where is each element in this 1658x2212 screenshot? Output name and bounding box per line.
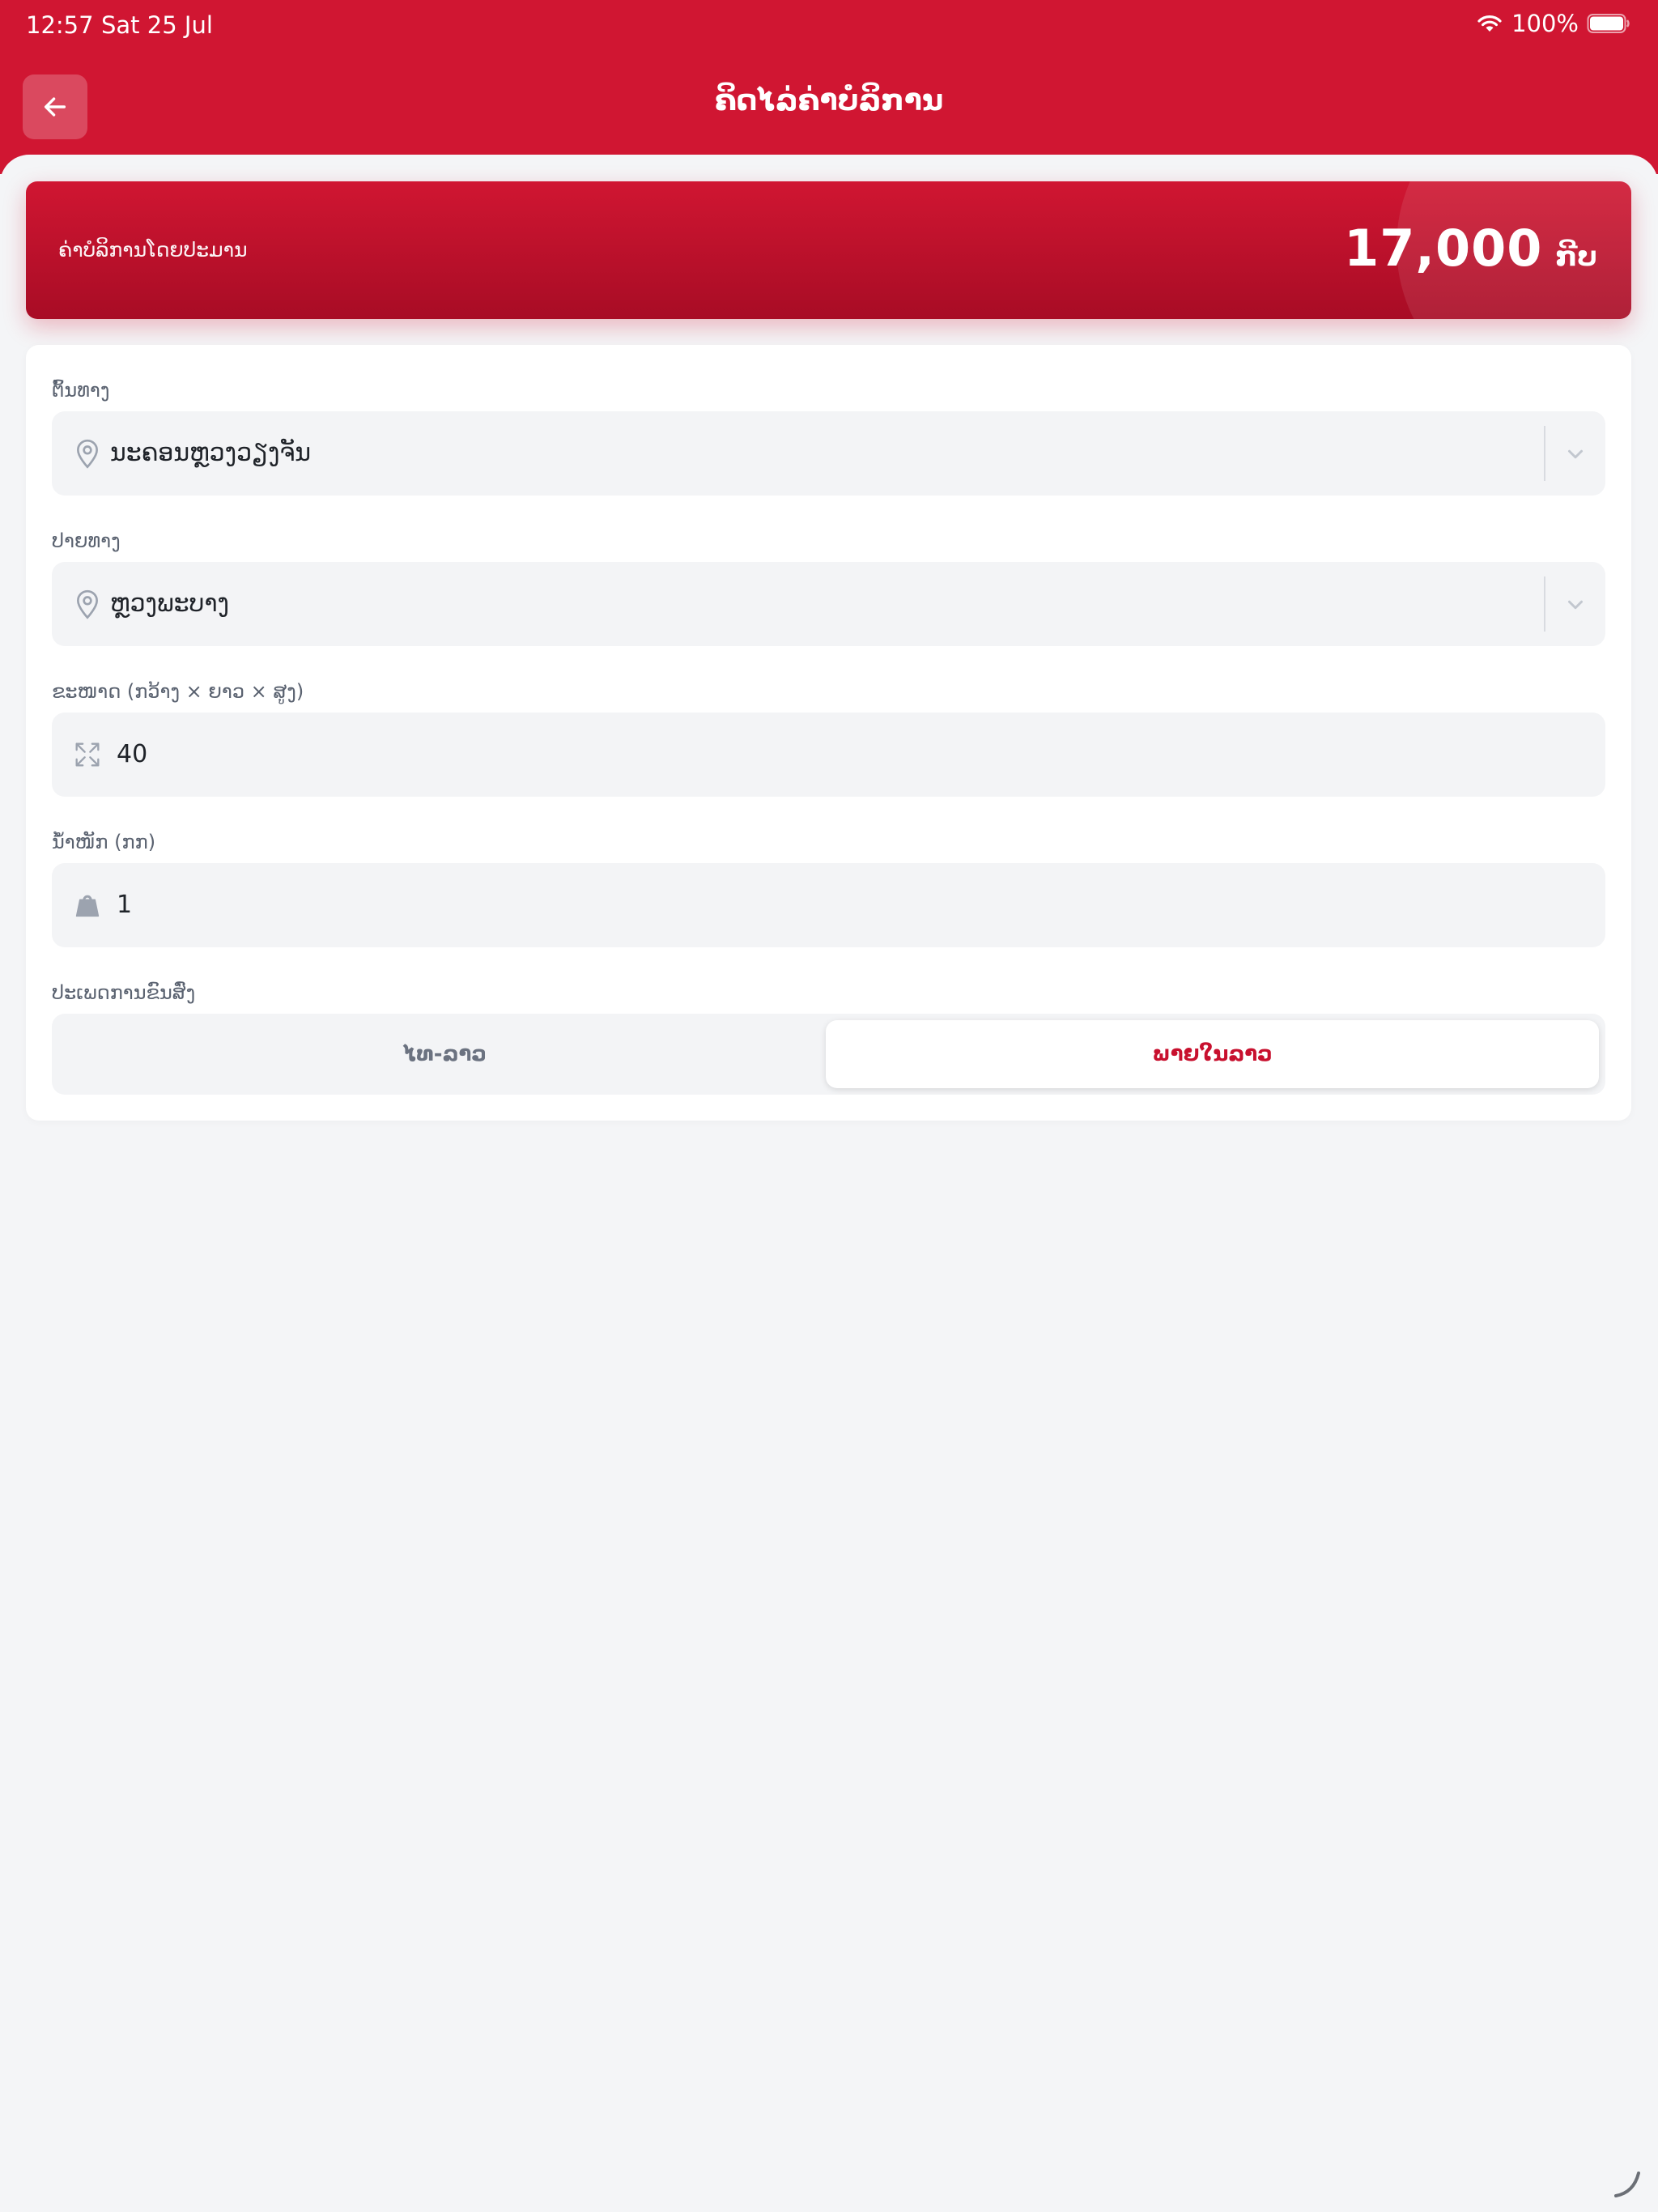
weight-label: ນ້ຳໜັກ (ກກ) <box>52 831 156 853</box>
weight-input[interactable]: 1 <box>52 863 1605 947</box>
estimate-card: ຄ່າບໍລິການໂດຍປະມານ 17,000 ກີບ <box>26 181 1631 319</box>
form-card: ຕົ້ນທາງ ນະຄອນຫຼວງວຽງຈັນ ປາຍທາງ ຫຼວງພະບາງ… <box>26 345 1631 1121</box>
segment-thai-lao[interactable]: ໄທ-ລາວ <box>58 1020 831 1088</box>
map-pin-icon <box>76 589 99 619</box>
segment-domestic-lao[interactable]: ພາຍໃນລາວ <box>826 1020 1599 1088</box>
estimate-currency: ກີບ <box>1555 240 1597 273</box>
status-indicators: 100% <box>1476 10 1630 37</box>
expand-icon <box>75 742 100 767</box>
select-divider <box>1544 426 1545 481</box>
select-divider <box>1544 576 1545 632</box>
dimensions-input[interactable]: 40 <box>52 713 1605 797</box>
dimensions-label: ຂະໜາດ (ກວ້າງ × ຍາວ × ສູງ) <box>52 680 304 703</box>
shipping-type-segmented-control: ໄທ-ລາວ ພາຍໃນລາວ <box>52 1014 1605 1095</box>
estimate-label: ຄ່າບໍລິການໂດຍປະມານ <box>58 238 248 262</box>
status-bar: 12:57 Sat 25 Jul 100% <box>0 0 1658 52</box>
estimate-value: 17,000 ກີບ <box>1344 219 1597 278</box>
status-time: 12:57 <box>26 11 94 39</box>
resize-handle-icon <box>1614 2172 1640 2197</box>
weight-value: 1 <box>117 891 133 919</box>
shipping-type-label: ປະເພດການຂົນສົ່ງ <box>52 981 196 1004</box>
map-pin-icon <box>76 439 99 469</box>
status-date: Sat 25 Jul <box>101 11 213 39</box>
destination-label: ປາຍທາງ <box>52 530 121 552</box>
dimensions-value: 40 <box>117 740 148 768</box>
app-header: 12:57 Sat 25 Jul 100% ຄິດໄລ່ຄ່າບໍລິການ <box>0 0 1658 174</box>
chevron-down-icon[interactable] <box>1563 593 1588 617</box>
battery-percentage: 100% <box>1511 10 1579 37</box>
battery-icon <box>1587 14 1630 33</box>
weight-icon <box>75 895 100 917</box>
wifi-icon <box>1477 15 1502 32</box>
origin-select[interactable]: ນະຄອນຫຼວງວຽງຈັນ <box>52 411 1605 496</box>
chevron-down-icon[interactable] <box>1563 442 1588 466</box>
origin-value: ນະຄອນຫຼວງວຽງຈັນ <box>110 439 312 467</box>
origin-label: ຕົ້ນທາງ <box>52 379 110 402</box>
destination-select[interactable]: ຫຼວງພະບາງ <box>52 562 1605 646</box>
destination-value: ຫຼວງພະບາງ <box>110 589 229 618</box>
estimate-amount: 17,000 <box>1344 219 1543 278</box>
page-title: ຄິດໄລ່ຄ່າບໍລິການ <box>714 84 944 117</box>
